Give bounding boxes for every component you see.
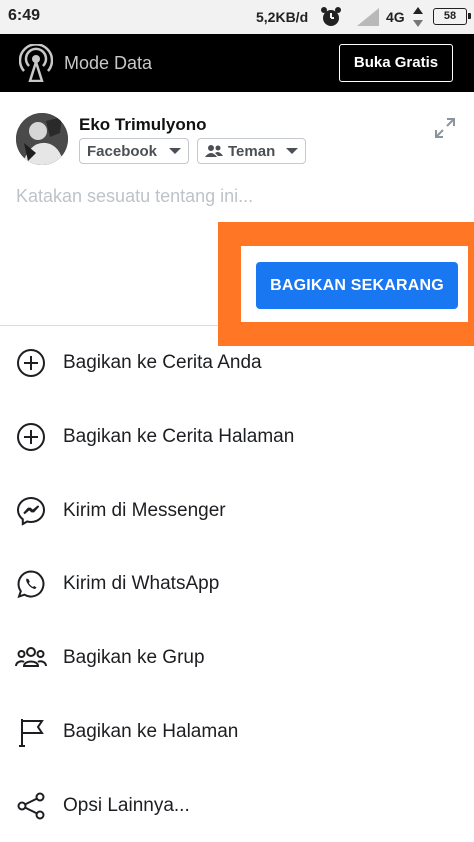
status-net-speed: 5,2KB/d bbox=[256, 9, 309, 25]
audience-selector[interactable]: Teman bbox=[197, 138, 306, 164]
status-bar: 6:49 5,2KB/d 4G 58 bbox=[0, 0, 474, 34]
plus-circle-icon bbox=[15, 347, 47, 379]
menu-item-share-story[interactable]: Bagikan ke Cerita Anda bbox=[0, 335, 474, 391]
friends-icon bbox=[205, 144, 223, 158]
share-icon bbox=[15, 790, 47, 822]
whatsapp-icon bbox=[15, 568, 47, 600]
menu-item-label: Bagikan ke Halaman bbox=[63, 721, 239, 742]
status-time: 6:49 bbox=[8, 7, 41, 24]
menu-item-more-options[interactable]: Opsi Lainnya... bbox=[0, 778, 474, 834]
broadcast-icon bbox=[18, 43, 54, 87]
user-name: Eko Trimulyono bbox=[79, 115, 207, 134]
menu-item-label: Bagikan ke Cerita Anda bbox=[63, 352, 262, 373]
menu-item-label: Kirim di WhatsApp bbox=[63, 573, 220, 594]
share-now-button[interactable]: BAGIKAN SEKARANG bbox=[256, 262, 458, 309]
network-type: 4G bbox=[386, 9, 405, 25]
mode-data-title: Mode Data bbox=[64, 53, 153, 73]
menu-item-label: Opsi Lainnya... bbox=[63, 795, 190, 816]
flag-icon bbox=[15, 716, 47, 748]
messenger-icon bbox=[15, 495, 47, 527]
compose-input[interactable]: Katakan sesuatu tentang ini... bbox=[16, 186, 253, 207]
menu-item-label: Kirim di Messenger bbox=[63, 500, 226, 521]
menu-item-whatsapp[interactable]: Kirim di WhatsApp bbox=[0, 556, 474, 612]
menu-item-label: Bagikan ke Grup bbox=[63, 647, 205, 668]
divider bbox=[0, 325, 218, 326]
expand-icon[interactable] bbox=[433, 116, 457, 145]
battery-icon: 58 bbox=[433, 8, 471, 25]
menu-item-share-page-story[interactable]: Bagikan ke Cerita Halaman bbox=[0, 409, 474, 465]
audience-label: Teman bbox=[228, 142, 276, 160]
destination-label: Facebook bbox=[87, 142, 158, 160]
destination-selector[interactable]: Facebook bbox=[79, 138, 189, 164]
menu-item-messenger[interactable]: Kirim di Messenger bbox=[0, 483, 474, 539]
alarm-icon bbox=[319, 5, 343, 34]
menu-item-group[interactable]: Bagikan ke Grup bbox=[0, 630, 474, 686]
signal-icon bbox=[357, 8, 379, 31]
chevron-down-icon bbox=[286, 148, 298, 154]
group-icon bbox=[15, 642, 47, 674]
data-arrows-icon bbox=[413, 7, 423, 32]
chevron-down-icon bbox=[169, 148, 181, 154]
plus-circle-icon bbox=[15, 421, 47, 453]
menu-item-page[interactable]: Bagikan ke Halaman bbox=[0, 704, 474, 760]
buka-gratis-button[interactable]: Buka Gratis bbox=[339, 44, 453, 82]
menu-item-label: Bagikan ke Cerita Halaman bbox=[63, 426, 295, 447]
avatar bbox=[16, 113, 68, 165]
